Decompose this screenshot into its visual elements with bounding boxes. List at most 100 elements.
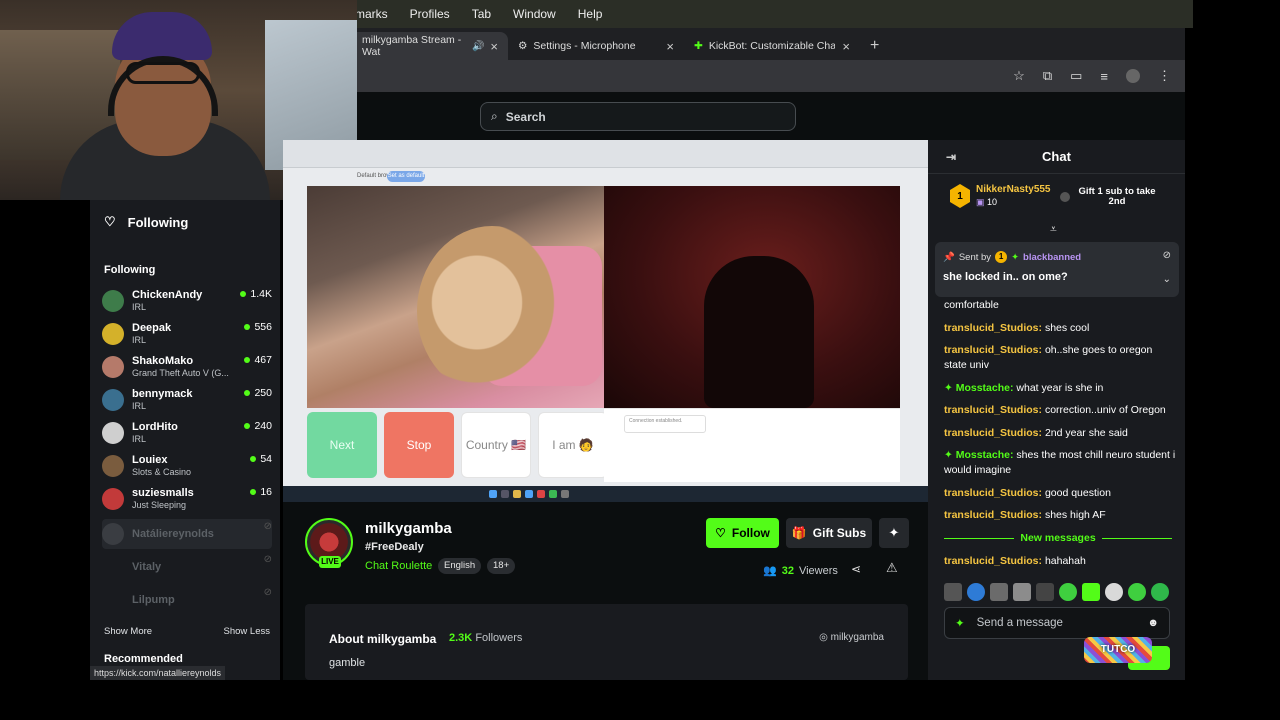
collapse-chat-icon[interactable]: ⇥: [946, 150, 956, 164]
emoji-icon[interactable]: ☻: [1147, 617, 1159, 629]
live-dot: [250, 456, 257, 462]
menu-window[interactable]: Window: [513, 7, 556, 21]
sparkle-icon: ✦: [1011, 251, 1020, 263]
emote[interactable]: [1151, 583, 1169, 601]
pinned-message[interactable]: 📌 Sent by 1 ✦ blackbanned she locked in.…: [935, 242, 1179, 297]
unpin-icon[interactable]: ⊘: [1163, 250, 1171, 261]
channel-name: LordHito: [132, 421, 178, 433]
channel-name: bennymack: [132, 388, 193, 400]
tag-english[interactable]: English: [438, 558, 482, 574]
emote[interactable]: [1105, 583, 1123, 601]
video-browser-chrome: [283, 140, 928, 168]
instagram-link[interactable]: ◎ milkygamba: [819, 632, 884, 643]
top-gifter[interactable]: 1 NikkerNasty555 ▣ 10: [950, 184, 1051, 208]
channel-category: IRL: [132, 401, 147, 411]
emote[interactable]: [1036, 583, 1054, 601]
viewer-count: 👥 32 Viewers: [763, 564, 838, 578]
chevron-down-icon[interactable]: ⌄: [1163, 274, 1171, 285]
emote[interactable]: [967, 583, 985, 601]
emote[interactable]: [944, 583, 962, 601]
tab-title: milkygamba Stream - Wat: [362, 34, 462, 58]
report-icon[interactable]: ⚠: [886, 560, 898, 576]
chat-message: translucid_Studios: hahahah: [944, 555, 1086, 567]
emote[interactable]: [990, 583, 1008, 601]
following-header[interactable]: ♡ Following: [104, 214, 188, 230]
chat-message: translucid_Studios: 2nd year she said: [944, 426, 1128, 439]
sidebar-channel-shakomako[interactable]: ShakoMako Grand Theft Auto V (G... 467: [102, 352, 272, 382]
tab-title: Settings - Microphone: [533, 40, 636, 52]
channel-category: IRL: [132, 302, 147, 312]
emote[interactable]: [1059, 583, 1077, 601]
emote[interactable]: [1082, 583, 1100, 601]
country-button: Country 🇺🇸: [461, 412, 531, 478]
emote[interactable]: [1013, 583, 1031, 601]
chat-input-placeholder: Send a message: [976, 617, 1063, 629]
rank-badge: 1: [950, 184, 970, 208]
menu-kebab-icon[interactable]: ⋮: [1158, 68, 1171, 84]
sidebar-channel-suziesmalls[interactable]: suziesmalls Just Sleeping 16: [102, 484, 272, 514]
media-icon[interactable]: ≡: [1100, 69, 1108, 84]
emote[interactable]: [1128, 583, 1146, 601]
avatar: [102, 523, 124, 545]
kickbot-icon: ✚: [694, 40, 703, 52]
status-bar-url: https://kick.com/natalliereynolds: [90, 666, 226, 680]
close-icon[interactable]: ×: [842, 39, 850, 54]
close-icon[interactable]: ×: [490, 39, 498, 54]
sidebar-channel-louiex[interactable]: Louiex Slots & Casino 54: [102, 451, 272, 481]
profile-avatar[interactable]: [1126, 69, 1140, 83]
channel-name: ShakoMako: [132, 355, 194, 367]
expand-leaderboard-icon[interactable]: ⩡: [1050, 222, 1057, 237]
about-panel: About milkygamba 2.3K Followers ◎ milkyg…: [305, 604, 908, 680]
channel-name: suziesmalls: [132, 487, 194, 499]
about-bio: gamble: [329, 657, 366, 669]
stream-video[interactable]: Default browser Set as default Next Stop…: [283, 140, 928, 502]
share-icon[interactable]: ⋖: [851, 562, 861, 576]
avatar: [102, 589, 124, 611]
sidebar-channel-deepak[interactable]: Deepak IRL 556: [102, 319, 272, 349]
follow-button[interactable]: ♡ Follow: [706, 518, 779, 548]
chat-input[interactable]: ✦ Send a message ☻: [944, 607, 1170, 639]
streamer-name[interactable]: milkygamba: [365, 520, 452, 537]
show-more-button[interactable]: Show More: [104, 626, 152, 637]
extensions-icon[interactable]: ⧉: [1043, 68, 1052, 84]
bookmark-star-icon[interactable]: ☆: [1013, 68, 1025, 84]
sidepanel-icon[interactable]: ▭: [1070, 68, 1082, 84]
tab-settings[interactable]: ⚙ Settings - Microphone ×: [508, 32, 684, 60]
windows-icon: [489, 490, 497, 498]
tab-kickbot[interactable]: ✚ KickBot: Customizable Chat B ×: [684, 32, 860, 60]
new-messages-divider[interactable]: New messages: [944, 532, 1173, 544]
desktop-background: [1185, 28, 1280, 720]
chat-message: translucid_Studios: shes cool: [944, 321, 1090, 334]
sidebar-channel-lordhito[interactable]: LordHito IRL 240: [102, 418, 272, 448]
menu-profiles[interactable]: Profiles: [410, 7, 450, 21]
close-icon[interactable]: ×: [666, 39, 674, 54]
sidebar-channel-vitaly[interactable]: Vitaly ⊘: [102, 552, 272, 582]
sidebar-channel-lilpump[interactable]: Lilpump ⊘: [102, 585, 272, 615]
more-actions-button[interactable]: ✦: [879, 518, 909, 548]
stop-button: Stop: [384, 412, 454, 478]
gift-subs-button[interactable]: 🎁 Gift Subs: [786, 518, 872, 548]
gift-label: Gift Subs: [812, 526, 867, 540]
avatar: [102, 556, 124, 578]
tag-18plus[interactable]: 18+: [487, 558, 516, 574]
menu-help[interactable]: Help: [578, 7, 603, 21]
gift-cta[interactable]: Gift 1 sub to take 2nd: [1060, 187, 1158, 207]
menu-bookmarks[interactable]: marks: [355, 7, 388, 21]
video-controls: Next Stop Country 🇺🇸 I am 🧑: [307, 412, 608, 478]
stream-category[interactable]: Chat Roulette: [365, 560, 432, 572]
search-input[interactable]: ⌕ Search: [480, 102, 796, 131]
channel-name: Vitaly: [132, 560, 162, 573]
viewers-number: 32: [781, 564, 794, 577]
tab-milkygamba[interactable]: milkygamba Stream - Wat 🔊 ×: [340, 32, 508, 60]
new-tab-button[interactable]: +: [860, 32, 889, 60]
show-less-button[interactable]: Show Less: [224, 626, 270, 637]
sidebar-channel-chickenandy[interactable]: ChickenAndy IRL 1.4K: [102, 286, 272, 316]
viewer-count: 16: [250, 484, 272, 498]
live-dot: [244, 357, 251, 363]
sparkle-icon: ✦: [955, 618, 965, 630]
sidebar-channel-bennymack[interactable]: bennymack IRL 250: [102, 385, 272, 415]
sparkle-icon: ✦: [944, 449, 956, 461]
video-right-cam: [604, 186, 900, 408]
sidebar-channel-nataliereynolds[interactable]: Natáliereynolds ⊘: [102, 519, 272, 549]
menu-tab[interactable]: Tab: [472, 7, 491, 21]
